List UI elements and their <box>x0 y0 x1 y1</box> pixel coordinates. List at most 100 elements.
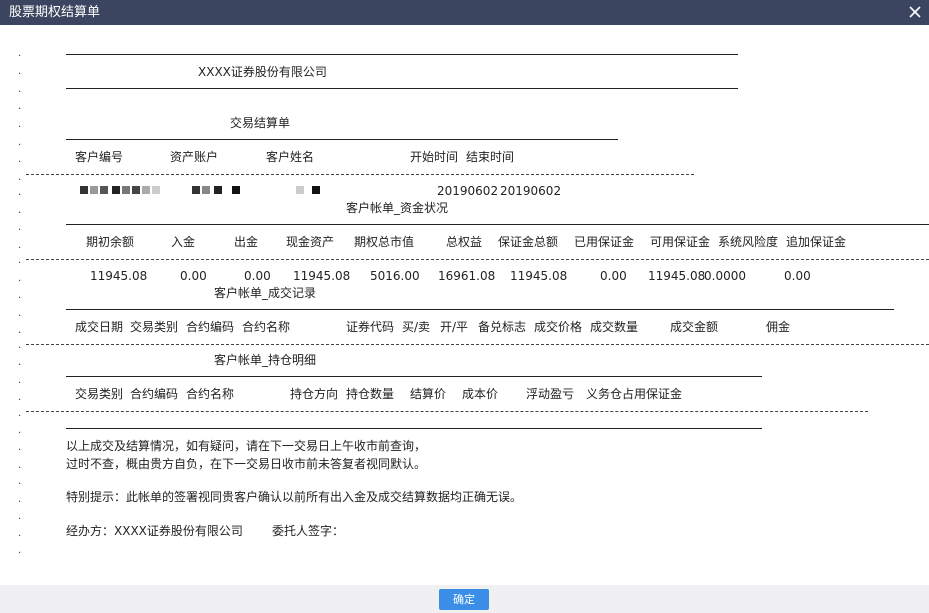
positions-header: 持仓数量 <box>346 387 395 401</box>
client-header: 客户编号 <box>75 150 124 164</box>
margin-dot: . <box>18 84 22 95</box>
trades-header: 开/平 <box>440 320 469 334</box>
trades-header: 买/卖 <box>402 320 431 334</box>
trades-header: 证券代码 <box>346 320 395 334</box>
margin-dot: . <box>18 101 22 112</box>
margin-dot: . <box>18 172 22 183</box>
positions-header: 合约编码 <box>130 387 179 401</box>
note-line: 以上成交及结算情况，如有疑问，请在下一交易日上午收市前查询， <box>66 439 427 453</box>
window-title: 股票期权结算单 <box>9 5 101 20</box>
margin-dot: . <box>18 460 22 471</box>
dashed-separator <box>26 344 929 345</box>
funds-value: 0.00 <box>784 269 811 283</box>
dashed-separator <box>26 174 694 175</box>
funds-header: 入金 <box>171 235 196 249</box>
margin-dot: . <box>18 308 22 319</box>
handler-label: 经办方：XXXX证券股份有限公司 <box>66 524 243 538</box>
funds-header: 保证金总额 <box>498 235 559 249</box>
client-header: 资产账户 <box>170 150 219 164</box>
funds-value: 5016.00 <box>370 269 420 283</box>
client-header: 开始时间 <box>410 150 459 164</box>
positions-header: 合约名称 <box>186 387 235 401</box>
funds-value: 0.0000 <box>704 269 746 283</box>
funds-value: 0.00 <box>180 269 207 283</box>
dashed-separator <box>26 259 929 260</box>
trades-header: 备兑标志 <box>478 320 527 334</box>
trades-section-title: 客户帐单_成交记录 <box>214 286 317 300</box>
margin-dot: . <box>18 187 22 198</box>
trades-header: 成交金额 <box>670 320 719 334</box>
statement-content: . . . . . . . . . . . . . . . . . . . . … <box>0 25 929 585</box>
client-header: 结束时间 <box>466 150 515 164</box>
trades-header: 交易类别 <box>130 320 179 334</box>
positions-header: 持仓方向 <box>290 387 339 401</box>
margin-dot: . <box>18 66 22 77</box>
margin-dot: . <box>18 408 22 419</box>
margin-dot: . <box>18 325 22 336</box>
rule-line <box>66 376 762 377</box>
positions-section-title: 客户帐单_持仓明细 <box>214 353 317 367</box>
trades-header: 成交日期 <box>75 320 124 334</box>
funds-section-title: 客户帐单_资金状况 <box>346 201 449 215</box>
dashed-separator <box>26 411 868 412</box>
title-bar: 股票期权结算单 <box>0 0 929 25</box>
positions-header: 成本价 <box>462 387 499 401</box>
margin-dot: . <box>18 119 22 130</box>
dialog-footer: 确定 <box>0 585 929 613</box>
trades-header: 成交价格 <box>534 320 583 334</box>
margin-dot: . <box>18 273 22 284</box>
funds-header: 追加保证金 <box>786 235 847 249</box>
funds-header: 可用保证金 <box>650 235 711 249</box>
margin-dot: . <box>18 154 22 165</box>
margin-dot: . <box>18 375 22 386</box>
positions-header: 交易类别 <box>75 387 124 401</box>
funds-value: 0.00 <box>600 269 627 283</box>
trades-header: 合约名称 <box>242 320 291 334</box>
funds-header: 现金资产 <box>286 235 335 249</box>
margin-dot: . <box>18 205 22 216</box>
margin-dot: . <box>18 392 22 403</box>
funds-header: 系统风险度 <box>718 235 779 249</box>
funds-value: 11945.08 <box>510 269 568 283</box>
margin-dot: . <box>18 357 22 368</box>
trades-header: 合约编码 <box>186 320 235 334</box>
margin-dot: . <box>18 425 22 436</box>
rule-line <box>66 88 738 89</box>
company-name: XXXX证券股份有限公司 <box>198 65 327 79</box>
margin-dot: . <box>18 340 22 351</box>
signature-label: 委托人签字： <box>272 524 345 538</box>
funds-value: 11945.08 <box>90 269 148 283</box>
funds-header: 出金 <box>234 235 259 249</box>
margin-dot: . <box>18 545 22 556</box>
rule-line <box>66 54 738 55</box>
margin-dot: . <box>18 511 22 522</box>
rule-line <box>66 428 762 429</box>
rule-line <box>66 309 894 310</box>
margin-dot: . <box>18 528 22 539</box>
margin-dot: . <box>18 255 22 266</box>
rule-line <box>66 139 618 140</box>
ok-button[interactable]: 确定 <box>439 589 489 610</box>
trades-header: 佣金 <box>766 320 791 334</box>
positions-header: 结算价 <box>410 387 447 401</box>
rule-line <box>66 224 929 225</box>
margin-dot: . <box>18 137 22 148</box>
trades-header: 成交数量 <box>590 320 639 334</box>
funds-header: 期初余额 <box>86 235 135 249</box>
positions-header: 浮动盈亏 <box>526 387 575 401</box>
close-icon[interactable] <box>906 3 924 21</box>
end-date: 20190602 <box>500 184 562 198</box>
margin-dot: . <box>18 222 22 233</box>
start-date: 20190602 <box>437 184 499 198</box>
margin-dot: . <box>18 476 22 487</box>
statement-title: 交易结算单 <box>230 116 291 130</box>
funds-header: 已用保证金 <box>574 235 635 249</box>
special-notice: 特别提示：此帐单的签署视同贵客户确认以前所有出入金及成交结算数据均正确无误。 <box>66 490 523 504</box>
funds-value: 11945.08 <box>648 269 706 283</box>
positions-header: 义务仓占用保证金 <box>586 387 683 401</box>
margin-dot: . <box>18 290 22 301</box>
funds-header: 总权益 <box>446 235 483 249</box>
margin-dot: . <box>18 494 22 505</box>
margin-dot: . <box>18 240 22 251</box>
note-line: 过时不查，概由贵方自负，在下一交易日收市前未答复者视同默认。 <box>66 457 427 471</box>
